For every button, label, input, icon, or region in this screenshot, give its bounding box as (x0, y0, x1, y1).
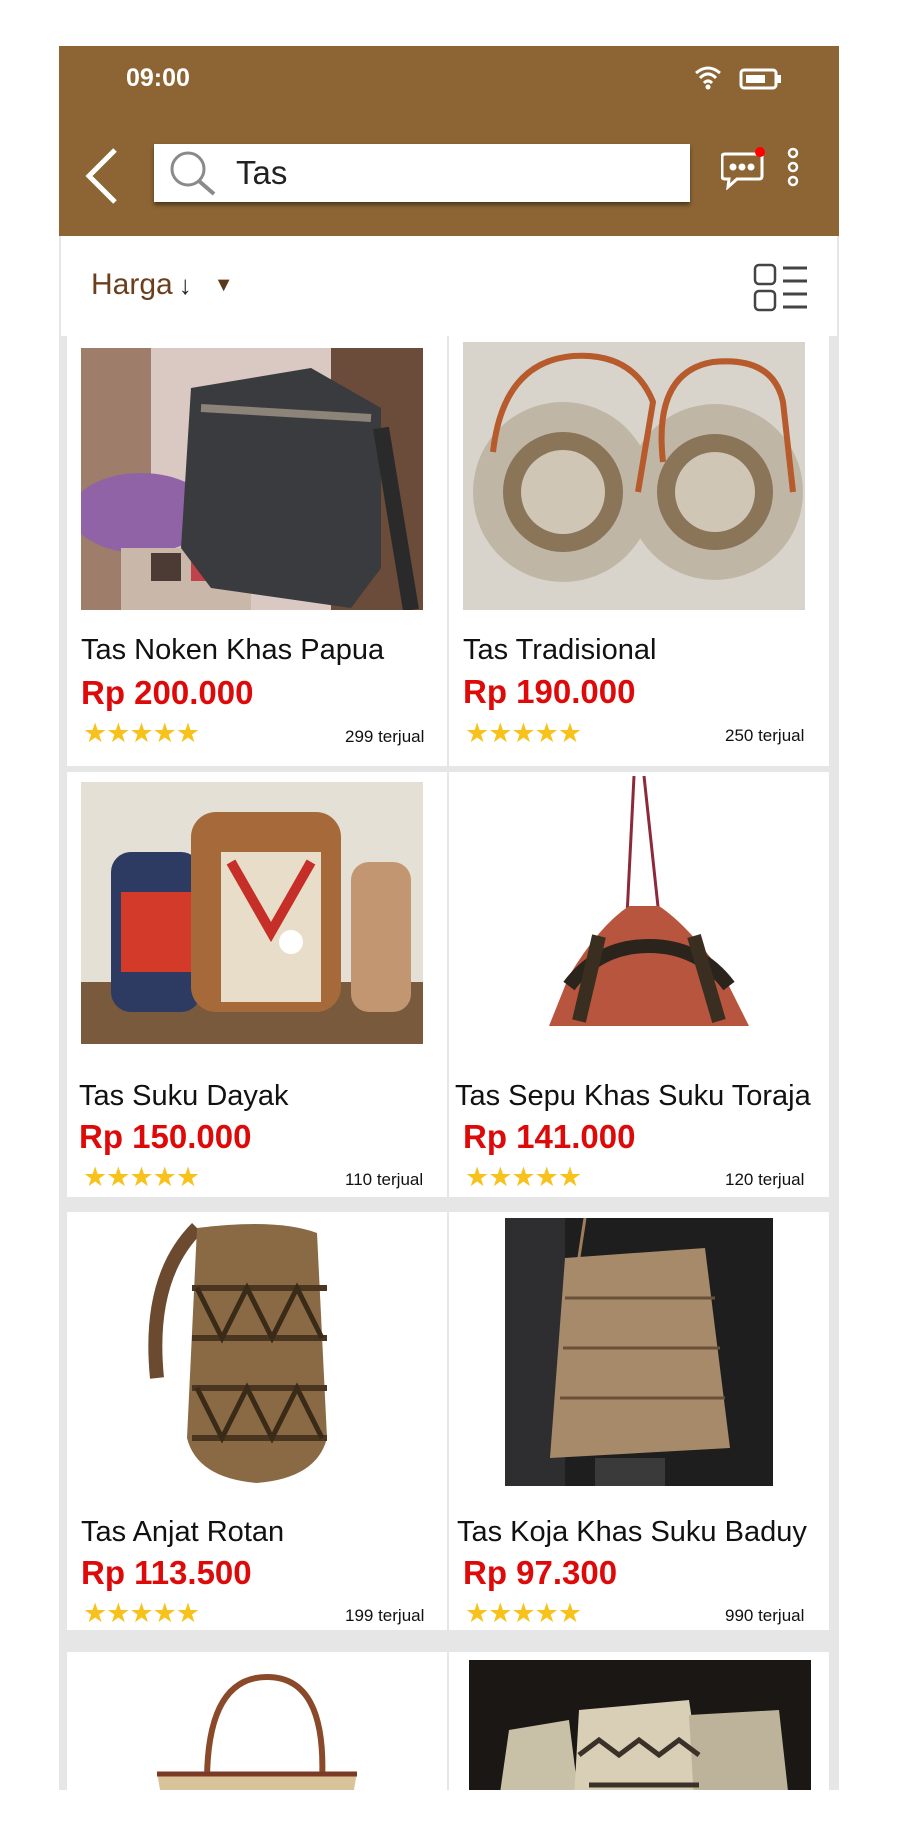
product-price: Rp 113.500 (81, 1554, 252, 1591)
product-image (137, 1218, 367, 1488)
product-card[interactable]: Tas Anjat Rotan Rp 113.500 ★★★★★ 199 ter… (67, 1212, 447, 1630)
app-header: 09:00 Tas (59, 46, 839, 236)
product-name: Tas Tradisional (463, 634, 657, 666)
product-image (81, 348, 423, 610)
product-card[interactable]: Tas Noken Khas Papua Rp 200.000 ★★★★★ 29… (67, 336, 447, 766)
product-name: Tas Koja Khas Suku Baduy (457, 1516, 807, 1548)
product-price: Rp 190.000 (463, 673, 636, 710)
product-card[interactable]: Tas Tradisional Rp 190.000 ★★★★★ 250 ter… (449, 336, 829, 766)
status-time: 09:00 (126, 64, 190, 92)
product-card[interactable]: Tas Suku Dayak Rp 150.000 ★★★★★ 110 terj… (67, 772, 447, 1197)
star-rating: ★★★★★ (465, 718, 582, 748)
sold-count: 110 terjual (345, 1170, 424, 1189)
star-rating: ★★★★★ (83, 718, 200, 748)
list-view-icon (753, 263, 807, 312)
phone-screen: Tas Noken Khas Papua Rp 200.000 ★★★★★ 29… (59, 46, 839, 1790)
product-image (469, 1660, 811, 1790)
back-button[interactable] (83, 146, 123, 206)
view-toggle-button[interactable] (753, 262, 809, 314)
product-image (97, 1662, 407, 1790)
product-image (509, 776, 789, 1046)
filter-bar: Harga ↓ ▼ (61, 236, 837, 336)
product-image (81, 782, 423, 1044)
product-card[interactable]: Tas Koja Khas Suku Baduy Rp 97.300 ★★★★★… (449, 1212, 829, 1630)
product-name: Tas Noken Khas Papua (81, 634, 385, 666)
product-card[interactable] (449, 1652, 829, 1790)
product-image (463, 342, 805, 610)
dropdown-caret-icon: ▼ (213, 273, 234, 296)
product-name: Tas Sepu Khas Suku Toraja (455, 1080, 811, 1112)
product-price: Rp 200.000 (81, 674, 254, 711)
product-price: Rp 150.000 (79, 1118, 252, 1155)
battery-icon (739, 68, 783, 95)
sort-direction-icon: ↓ (178, 269, 192, 300)
star-rating: ★★★★★ (465, 1162, 582, 1192)
product-name: Tas Suku Dayak (79, 1080, 289, 1112)
sold-count: 199 terjual (345, 1606, 425, 1625)
product-price: Rp 141.000 (463, 1118, 636, 1155)
more-vertical-icon (787, 147, 799, 187)
sold-count: 250 terjual (725, 726, 805, 745)
product-price: Rp 97.300 (463, 1554, 618, 1591)
search-input[interactable]: Tas (154, 144, 690, 202)
sort-price-button[interactable]: Harga ↓ ▼ (91, 268, 234, 302)
sort-label: Harga (91, 268, 173, 301)
star-rating: ★★★★★ (83, 1598, 200, 1628)
wifi-icon (693, 64, 723, 95)
product-card[interactable] (67, 1652, 447, 1790)
search-icon (170, 151, 216, 196)
product-name: Tas Anjat Rotan (81, 1516, 285, 1548)
more-options-button[interactable] (785, 146, 801, 190)
sold-count: 990 terjual (725, 1606, 805, 1625)
chat-bubble-icon (720, 147, 765, 191)
sold-count: 120 terjual (725, 1170, 805, 1189)
search-query: Tas (236, 154, 288, 191)
star-rating: ★★★★★ (465, 1598, 582, 1628)
chevron-left-icon (85, 148, 117, 204)
product-image (505, 1218, 773, 1486)
chat-button[interactable] (720, 146, 767, 191)
notification-dot (755, 147, 765, 157)
star-rating: ★★★★★ (83, 1162, 200, 1192)
sold-count: 299 terjual (345, 727, 425, 746)
product-card[interactable]: Tas Sepu Khas Suku Toraja Rp 141.000 ★★★… (449, 772, 829, 1197)
